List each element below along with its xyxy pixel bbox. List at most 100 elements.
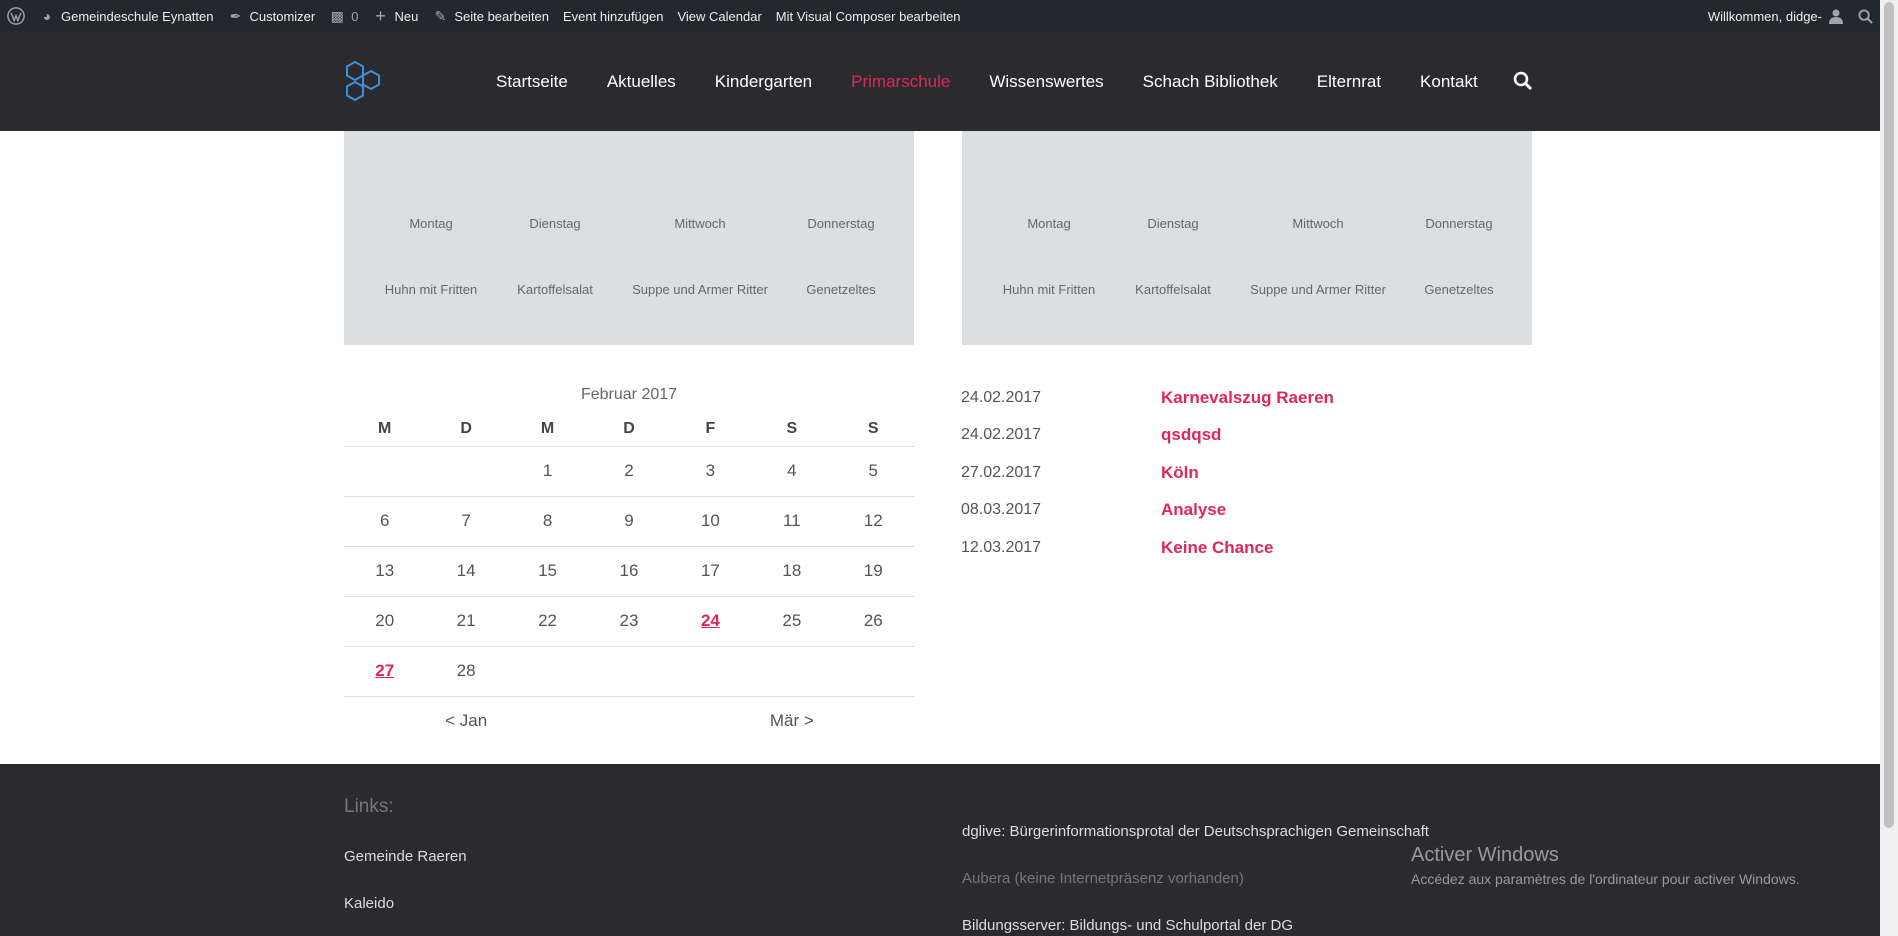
nav-item-elternrat[interactable]: Elternrat <box>1317 72 1381 92</box>
calendar-day: 15 <box>506 546 589 597</box>
menu-day: Dienstag <box>1147 216 1199 231</box>
new-content-menu[interactable]: + Neu <box>365 0 425 32</box>
event-title-link[interactable]: Karnevalszug Raeren <box>1161 388 1334 408</box>
menu-day: Montag <box>1027 216 1071 231</box>
calendar-day: 27 <box>344 646 426 697</box>
calendar-event-day-link[interactable]: 24 <box>701 611 720 630</box>
calendar-day: 3 <box>669 446 752 497</box>
add-event-link[interactable]: Event hinzufügen <box>556 0 670 32</box>
list-item: 12.03.2017 Keine Chance <box>961 529 1561 567</box>
calendar-day: 28 <box>425 646 507 697</box>
list-item: 08.03.2017 Analyse <box>961 492 1561 530</box>
menu-dish: Genetzeltes <box>1424 282 1494 297</box>
event-title-link[interactable]: Analyse <box>1161 500 1226 520</box>
event-date: 24.02.2017 <box>961 426 1042 444</box>
menu-day: Mittwoch <box>674 216 726 231</box>
dashboard-icon: ◕ <box>42 8 52 24</box>
visual-composer-link[interactable]: Mit Visual Composer bearbeiten <box>769 0 968 32</box>
calendar-day: 22 <box>506 596 589 647</box>
nav-item-primarschule[interactable]: Primarschule <box>851 72 950 92</box>
nav-item-wissenswertes[interactable]: Wissenswertes <box>989 72 1103 92</box>
menu-day: Donnerstag <box>1425 216 1493 231</box>
event-calendar: Februar 2017 MDMDFSS 1 2 3 4 5 6 7 8 9 10 11 12 13 14… <box>344 378 914 746</box>
calendar-day: 26 <box>832 596 914 647</box>
admin-search-button[interactable] <box>1851 0 1880 32</box>
event-title-link[interactable]: qsdqsd <box>1161 425 1221 445</box>
view-calendar-link[interactable]: View Calendar <box>670 0 768 32</box>
menu-dish: Suppe und Armer Ritter <box>1250 282 1386 297</box>
scrollbar-thumb[interactable] <box>1884 2 1894 828</box>
calendar-day: 5 <box>832 446 914 497</box>
add-event-label: Event hinzufügen <box>563 8 664 24</box>
nav-item-schach-bibliothek[interactable]: Schach Bibliothek <box>1143 72 1278 92</box>
calendar-week-row: 12345 <box>344 446 914 497</box>
site-logo-icon[interactable] <box>342 60 386 104</box>
calendar-day <box>588 646 670 697</box>
calendar-day <box>506 646 589 697</box>
calendar-prev-link[interactable]: < Jan <box>344 696 588 746</box>
upcoming-events-list: 24.02.2017 Karnevalszug Raeren 24.02.201… <box>961 379 1561 567</box>
calendar-day: 20 <box>344 596 426 647</box>
page-scrollbar[interactable] <box>1880 0 1898 936</box>
menu-day: Dienstag <box>529 216 581 231</box>
calendar-next-link[interactable]: Mär > <box>670 696 914 746</box>
event-title-link[interactable]: Keine Chance <box>1161 538 1273 558</box>
footer-link-dglive[interactable]: dglive: Bürgerinformationsprotal der Deu… <box>962 823 1429 840</box>
list-item: 24.02.2017 qsdqsd <box>961 417 1561 455</box>
calendar-day: 17 <box>669 546 752 597</box>
nav-item-aktuelles[interactable]: Aktuelles <box>607 72 676 92</box>
calendar-day: 25 <box>751 596 833 647</box>
wordpress-logo-button[interactable] <box>0 0 32 32</box>
list-item: 27.02.2017 Köln <box>961 454 1561 492</box>
event-date: 08.03.2017 <box>961 501 1042 519</box>
main-navigation: Startseite Aktuelles Kindergarten Primar… <box>496 32 1517 131</box>
welcome-label: Willkommen, didge- <box>1707 8 1822 24</box>
edit-page-link[interactable]: ✎ Seite bearbeiten <box>425 0 556 32</box>
event-date: 12.03.2017 <box>961 538 1042 556</box>
calendar-week-row: 20 21 22 23 24 25 26 <box>344 596 914 647</box>
calendar-weekday: D <box>588 412 670 447</box>
event-title-link[interactable]: Köln <box>1161 463 1199 483</box>
nav-item-kontakt[interactable]: Kontakt <box>1420 72 1478 92</box>
calendar-event-day-link[interactable]: 27 <box>375 661 394 680</box>
calendar-day: 10 <box>669 496 752 547</box>
calendar-week-row: 27 28 <box>344 646 914 697</box>
watermark-title: Activer Windows <box>1411 844 1559 866</box>
calendar-day <box>425 446 507 497</box>
customizer-link[interactable]: ✒ Customizer <box>220 0 322 32</box>
nav-item-kindergarten[interactable]: Kindergarten <box>715 72 812 92</box>
calendar-day: 7 <box>425 496 507 547</box>
calendar-day: 12 <box>832 496 914 547</box>
visual-composer-label: Mit Visual Composer bearbeiten <box>775 8 961 24</box>
calendar-day: 21 <box>425 596 507 647</box>
lunch-menu-left: Montag Dienstag Mittwoch Donnerstag Huhn… <box>344 131 914 345</box>
calendar-day: 16 <box>588 546 670 597</box>
account-menu[interactable]: Willkommen, didge- <box>1701 0 1851 32</box>
calendar-weekday: D <box>425 412 507 447</box>
search-icon[interactable] <box>1513 71 1533 91</box>
search-icon <box>1858 8 1873 24</box>
calendar-day: 19 <box>832 546 914 597</box>
footer-link-gemeinde-raeren[interactable]: Gemeinde Raeren <box>344 848 467 865</box>
lunch-menu-right: Montag Dienstag Mittwoch Donnerstag Huhn… <box>962 131 1532 345</box>
calendar-day: 1 <box>506 446 589 497</box>
admin-bar: ◕ Gemeindeschule Eynatten ✒ Customizer ▩… <box>0 0 1880 32</box>
calendar-day: 24 <box>669 596 752 647</box>
calendar-weekday: M <box>344 412 426 447</box>
customizer-label: Customizer <box>249 8 316 24</box>
footer-text-aubera: Aubera (keine Internetpräsenz vorhanden) <box>962 870 1244 887</box>
calendar-day: 23 <box>588 596 670 647</box>
calendar-week-row: 13 14 15 16 17 18 19 <box>344 546 914 597</box>
menu-dish: Genetzeltes <box>806 282 876 297</box>
new-label: Neu <box>394 8 419 24</box>
footer-link-kaleido[interactable]: Kaleido <box>344 895 394 912</box>
comments-link[interactable]: ▩ 0 <box>322 0 365 32</box>
nav-item-startseite[interactable]: Startseite <box>496 72 568 92</box>
site-name-menu[interactable]: ◕ Gemeindeschule Eynatten <box>32 0 220 32</box>
footer-link-bildungsserver[interactable]: Bildungsserver: Bildungs- und Schulporta… <box>962 917 1293 934</box>
calendar-table: MDMDFSS 1 2 3 4 5 6 7 8 9 10 11 12 13 14 15 16 17 18 19 20 2… <box>344 412 914 746</box>
calendar-day: 2 <box>588 446 670 497</box>
menu-day: Donnerstag <box>807 216 875 231</box>
menu-day: Mittwoch <box>1292 216 1344 231</box>
menu-dish: Huhn mit Fritten <box>384 282 478 297</box>
